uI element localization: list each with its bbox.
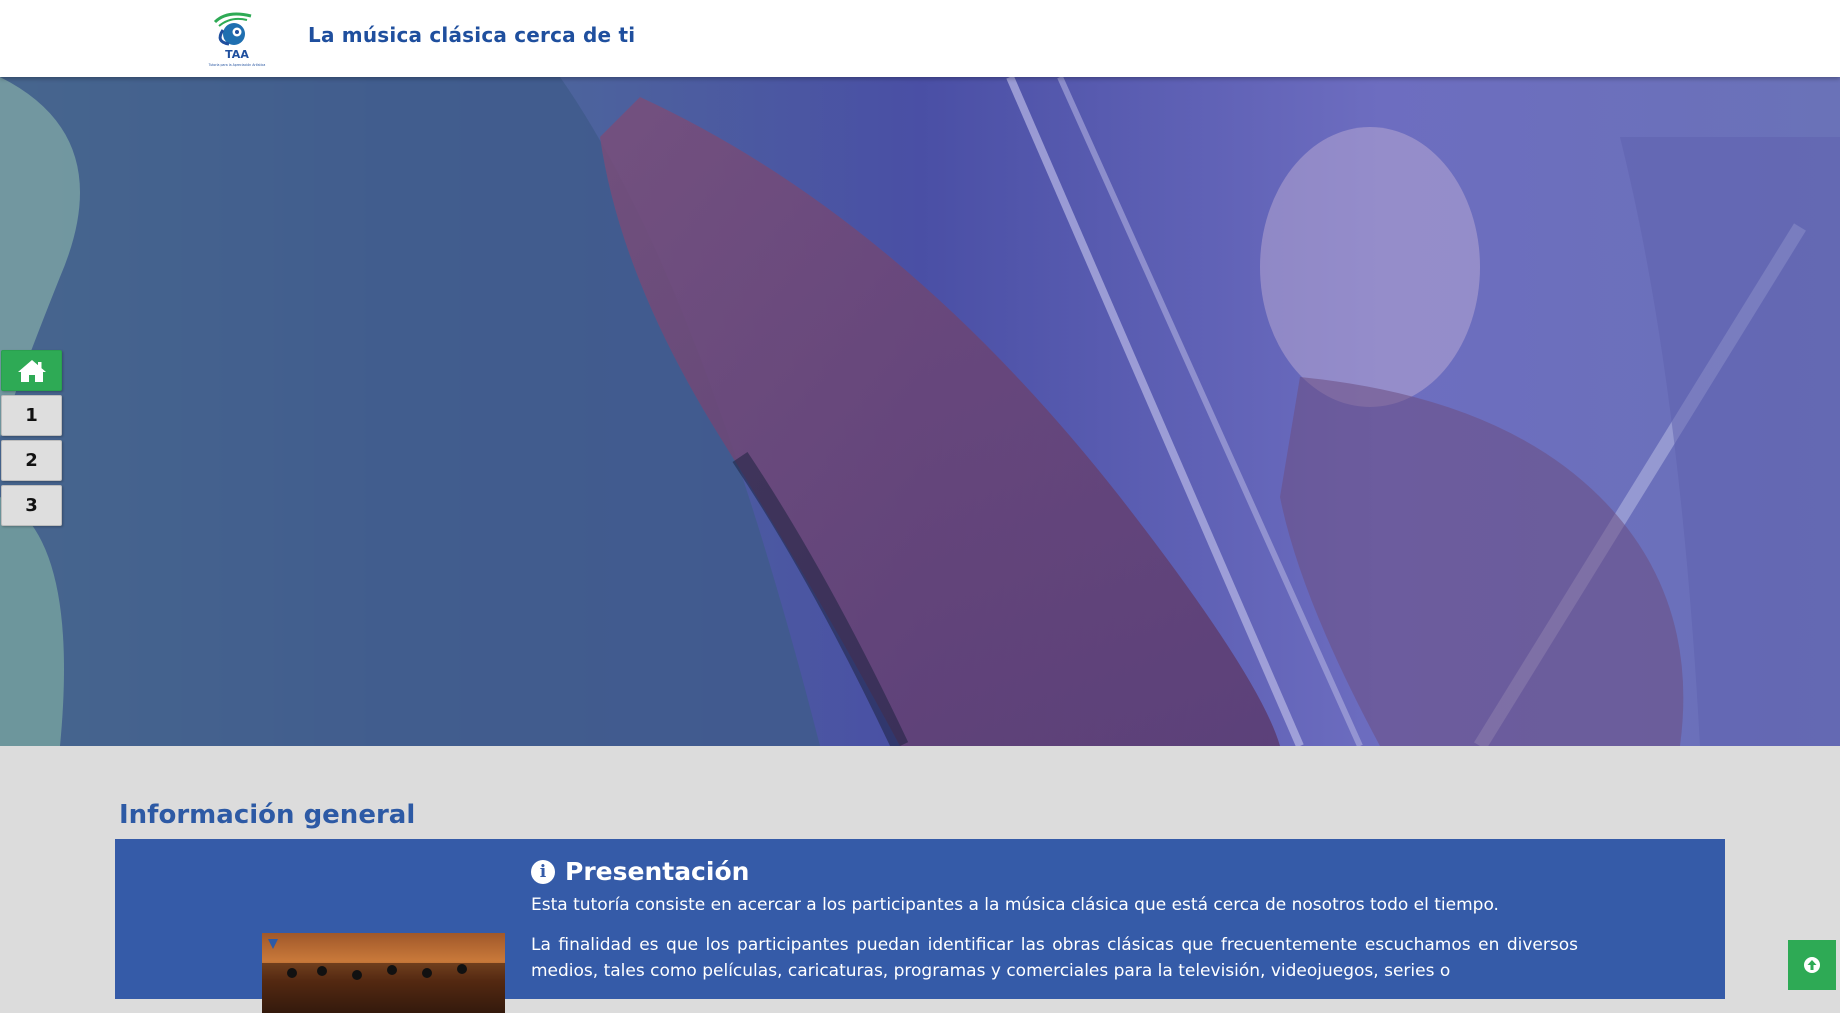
orchestra-thumbnail <box>262 933 505 1013</box>
svg-text:Tutoría para la Apreciación Ar: Tutoría para la Apreciación Artística <box>208 63 266 67</box>
scroll-to-top-button[interactable] <box>1788 940 1836 990</box>
presentation-title-text: Presentación <box>565 857 750 886</box>
presentation-paragraph-1: Esta tutoría consiste en acercar a los p… <box>531 895 1499 915</box>
info-icon: i <box>531 859 555 884</box>
presentation-panel: i Presentación Esta tutoría consiste en … <box>115 839 1725 1013</box>
orchestra-image <box>262 939 505 1013</box>
arrow-up-circle-icon <box>1804 957 1820 973</box>
site-title: La música clásica cerca de ti <box>308 23 636 47</box>
side-nav-item-1[interactable]: 1 <box>1 395 62 436</box>
presentation-paragraph-2: La finalidad es que los participantes pu… <box>531 935 1578 981</box>
side-nav: 1 2 3 <box>1 350 62 530</box>
violinists-photo <box>0 77 1840 746</box>
hero-banner <box>0 77 1840 746</box>
side-nav-item-3[interactable]: 3 <box>1 485 62 526</box>
side-nav-item-2[interactable]: 2 <box>1 440 62 481</box>
side-nav-home[interactable] <box>1 350 62 391</box>
section-heading: Información general <box>119 800 416 830</box>
site-header: TAA Tutoría para la Apreciación Artístic… <box>0 0 1840 77</box>
taa-logo[interactable]: TAA Tutoría para la Apreciación Artístic… <box>207 8 267 68</box>
presentation-title: i Presentación <box>531 857 1578 886</box>
presentation-content: i Presentación Esta tutoría consiste en … <box>531 857 1578 998</box>
svg-text:TAA: TAA <box>225 48 249 61</box>
home-icon <box>17 359 46 382</box>
